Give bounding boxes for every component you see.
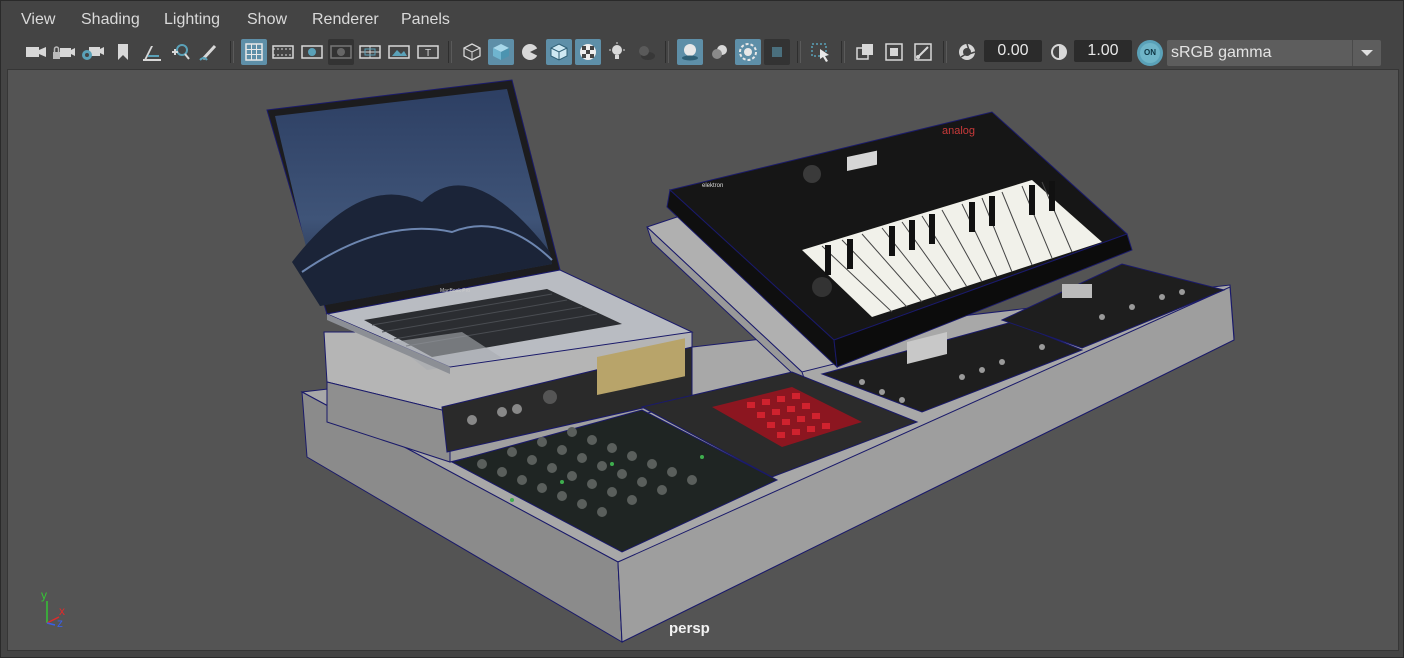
toolbar-separator: [230, 41, 234, 63]
synth-logo-text: analog: [942, 125, 975, 137]
view-transform-dropdown[interactable]: sRGB gamma: [1167, 40, 1381, 66]
laptop: MacBook Pro: [266, 79, 694, 374]
svg-text:T: T: [425, 48, 431, 59]
menu-panels[interactable]: Panels: [401, 11, 450, 29]
gamma-field[interactable]: 1.00: [1074, 40, 1132, 62]
color-management-on-label: ON: [1140, 43, 1160, 63]
camera-icon[interactable]: [23, 39, 49, 65]
x-ray-joints-icon[interactable]: [910, 39, 936, 65]
menu-lighting[interactable]: Lighting: [164, 11, 220, 29]
film-gate-icon[interactable]: [270, 39, 296, 65]
menu-renderer[interactable]: Renderer: [312, 11, 379, 29]
view-transform-value: sRGB gamma: [1171, 44, 1272, 61]
menu-shading[interactable]: Shading: [81, 11, 140, 29]
grease-pencil-icon[interactable]: [196, 39, 222, 65]
exposure-icon[interactable]: [954, 39, 980, 65]
exposure-field[interactable]: 0.00: [984, 40, 1042, 62]
wireframe-on-shaded-icon[interactable]: [517, 39, 543, 65]
camera-name-label: persp: [669, 620, 710, 637]
safe-title-icon[interactable]: T: [415, 39, 441, 65]
x-ray-icon[interactable]: [852, 39, 878, 65]
screen-space-ambient-occlusion-icon[interactable]: [677, 39, 703, 65]
panel-toolbar: T 0.00 1.00 ON sRGB gamma: [1, 37, 1403, 69]
safe-action-icon[interactable]: [386, 39, 412, 65]
3d-viewport[interactable]: analog elektron MacBook Pro: [7, 69, 1399, 651]
isolate-select-icon[interactable]: [808, 39, 834, 65]
grid-icon[interactable]: [241, 39, 267, 65]
view-axis-indicator: y x z: [41, 588, 65, 630]
camera-attributes-icon[interactable]: [80, 39, 106, 65]
field-chart-icon[interactable]: [357, 39, 383, 65]
toolbar-separator: [665, 41, 669, 63]
camera-lock-icon[interactable]: [51, 39, 77, 65]
default-material-icon[interactable]: [546, 39, 572, 65]
toolbar-separator: [797, 41, 801, 63]
synth-brand-text: elektron: [702, 183, 723, 189]
menu-show[interactable]: Show: [247, 11, 287, 29]
shadows-icon[interactable]: [633, 39, 659, 65]
toolbar-separator: [943, 41, 947, 63]
two-d-pan-zoom-icon[interactable]: [168, 39, 194, 65]
scene-render: analog elektron MacBook Pro: [266, 79, 1235, 643]
textured-icon[interactable]: [575, 39, 601, 65]
gate-mask-icon[interactable]: [328, 39, 354, 65]
axis-z-label: z: [57, 616, 63, 630]
smooth-shade-icon[interactable]: [488, 39, 514, 65]
axis-y-label: y: [41, 588, 47, 602]
laptop-brand-text: MacBook Pro: [440, 288, 470, 294]
x-ray-active-components-icon[interactable]: [881, 39, 907, 65]
chevron-down-icon[interactable]: [1352, 40, 1381, 66]
color-management-toggle[interactable]: ON: [1137, 40, 1163, 66]
image-plane-icon[interactable]: [139, 39, 165, 65]
bookmark-icon[interactable]: [110, 39, 136, 65]
gamma-icon[interactable]: [1046, 39, 1072, 65]
maya-viewport-panel: View Shading Lighting Show Renderer Pane…: [0, 0, 1404, 658]
anti-aliasing-icon[interactable]: [735, 39, 761, 65]
depth-of-field-icon[interactable]: [764, 39, 790, 65]
panel-menubar: View Shading Lighting Show Renderer Pane…: [1, 1, 1403, 37]
toolbar-separator: [448, 41, 452, 63]
resolution-gate-icon[interactable]: [299, 39, 325, 65]
use-lights-icon[interactable]: [604, 39, 630, 65]
menu-view[interactable]: View: [21, 11, 55, 29]
wireframe-icon[interactable]: [459, 39, 485, 65]
motion-blur-icon[interactable]: [706, 39, 732, 65]
toolbar-separator: [841, 41, 845, 63]
